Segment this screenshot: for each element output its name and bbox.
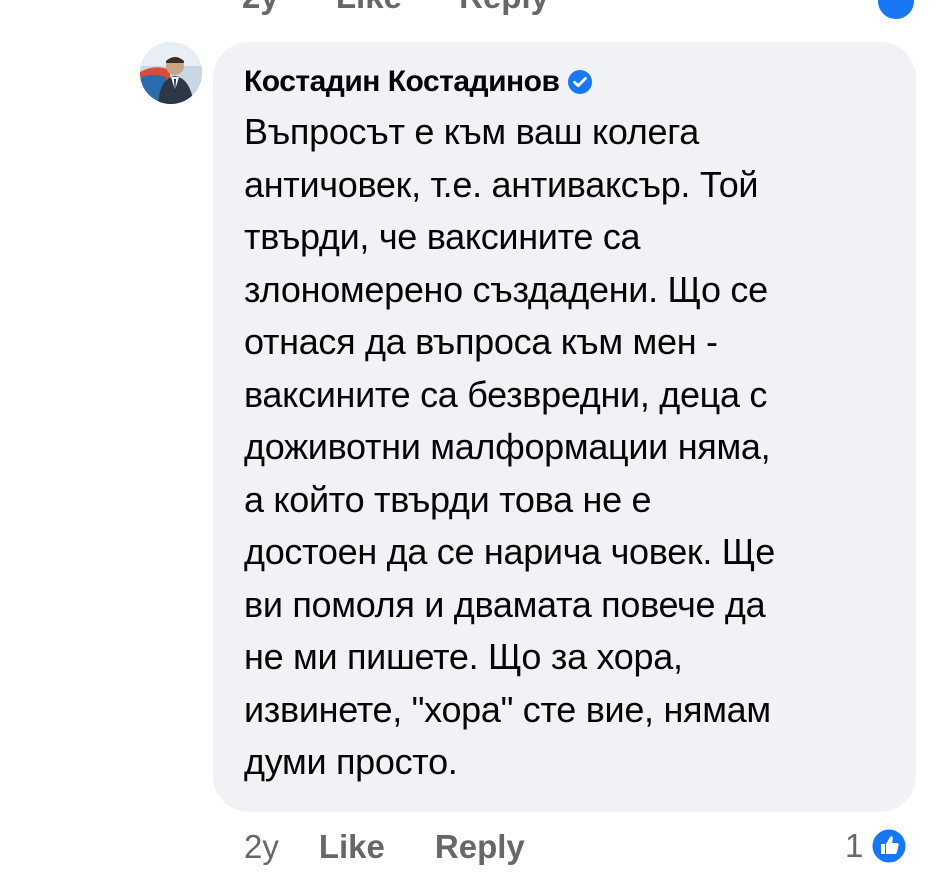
comment-line: не ми пишете. Що за хора, [244, 636, 683, 677]
comment-line: думи просто. [244, 741, 458, 782]
comment-line: отнася да въпроса към мен - [244, 321, 718, 362]
comment-header: Костадин Костадинов [244, 62, 593, 102]
verified-badge-icon [568, 70, 593, 94]
previous-comment-actions: 2y Like Reply [242, 0, 597, 16]
comment-line: ваксините са безвредни, деца с [244, 373, 768, 415]
reaction-count: 1 [845, 827, 864, 864]
comment-line: ви помоля и двамата повече да [244, 583, 766, 625]
comment-line: злономерено създадени. Що се [244, 268, 768, 310]
comment-line: а който твърди това не е [244, 478, 652, 520]
reply-button[interactable]: Reply [435, 828, 525, 866]
comment-timestamp[interactable]: 2y [244, 828, 279, 866]
comment-line: твърди, че ваксините са [244, 216, 641, 257]
avatar-photo [140, 42, 202, 104]
previous-comment-time: 2y [242, 0, 279, 15]
like-button[interactable]: Like [319, 828, 385, 866]
comment-line: достоен да се нарича човек. Ще [244, 531, 775, 572]
comment-line: доживотни малформации няма, [244, 426, 771, 467]
avatar[interactable] [140, 42, 202, 104]
previous-like-button[interactable]: Like [336, 0, 402, 15]
comment-line: извинете, "хора" сте вие, нямам [244, 688, 771, 730]
comment-actions: 2y Like Reply [244, 828, 575, 866]
comment-line: Въпросът е към ваш колега [244, 111, 699, 152]
comment-thread: 2y Like Reply Костадин Костадинов Въпрос… [0, 0, 945, 893]
comment-line: античовек, т.е. антиваксър. Той [244, 163, 759, 205]
comment-text: Въпросът е към ваш колега античовек, т.е… [244, 106, 894, 789]
author-name[interactable]: Костадин Костадинов [244, 65, 560, 99]
previous-reply-button[interactable]: Reply [459, 0, 549, 15]
reaction-summary[interactable]: 1 [845, 826, 909, 866]
previous-reaction-icon[interactable] [875, 0, 917, 22]
thumbs-up-icon [869, 826, 909, 866]
